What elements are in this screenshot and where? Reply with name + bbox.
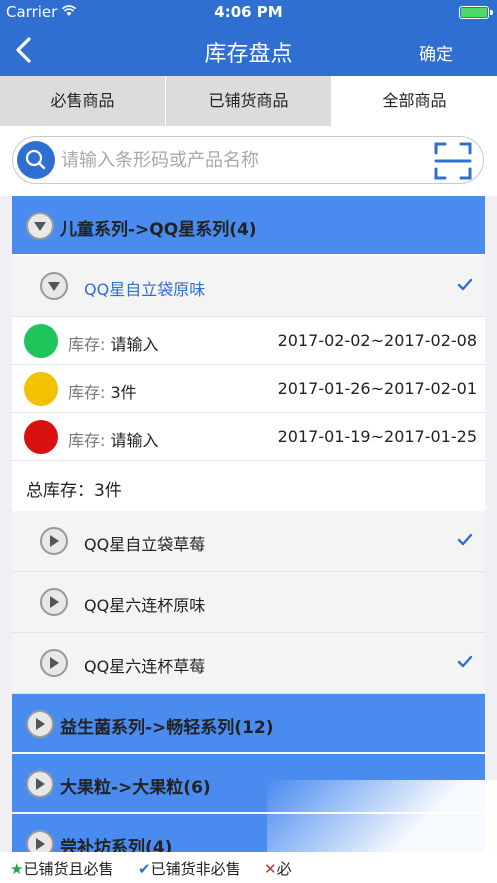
group-label: 尝补坊系列(4)	[60, 838, 173, 854]
stock-status-dot	[24, 324, 58, 358]
group-label: 儿童系列->QQ星系列(4)	[60, 220, 257, 240]
product-list: 儿童系列->QQ星系列(4) QQ星自立袋原味 库存: 请输入 2017-02-…	[12, 196, 485, 854]
stock-label: 库存: 3件	[68, 379, 137, 403]
stock-label-text: 库存:	[68, 431, 106, 450]
group-header[interactable]: 儿童系列->QQ星系列(4)	[12, 196, 485, 256]
search-icon[interactable]	[17, 141, 55, 179]
check-icon	[457, 533, 473, 546]
total-stock: 总库存：3件	[26, 476, 122, 501]
date-range: 2017-01-19~2017-01-25	[277, 427, 477, 446]
expand-arrow-icon[interactable]	[26, 710, 54, 738]
legend-item: ✕必	[264, 858, 292, 879]
battery-icon	[459, 6, 493, 19]
status-bar: Carrier 4:06 PM	[0, 0, 497, 24]
x-icon: ✕	[264, 860, 277, 878]
group-header[interactable]: 尝补坊系列(4)	[12, 814, 485, 854]
expand-arrow-icon[interactable]	[40, 527, 68, 555]
total-value: 3件	[94, 481, 122, 501]
date-range: 2017-01-26~2017-02-01	[277, 379, 477, 398]
confirm-button[interactable]: 确定	[419, 40, 453, 65]
stock-label: 库存: 请输入	[68, 427, 159, 451]
product-name: QQ星六连杯草莓	[84, 657, 206, 676]
search-box	[12, 136, 484, 184]
product-row[interactable]: QQ星六连杯原味	[12, 572, 485, 633]
clock: 4:06 PM	[214, 3, 283, 21]
expand-arrow-icon[interactable]	[26, 830, 54, 852]
star-icon: ★	[10, 860, 24, 878]
product-name: QQ星自立袋原味	[84, 280, 206, 299]
check-icon: ✔	[138, 860, 151, 878]
group-header[interactable]: 益生菌系列->畅轻系列(12)	[12, 694, 485, 754]
expand-arrow-icon[interactable]	[40, 588, 68, 616]
product-row[interactable]: QQ星自立袋草莓	[12, 511, 485, 572]
legend-bar: ★已铺货且必售 ✔已铺货非必售 ✕必	[0, 852, 497, 883]
search-input[interactable]	[61, 147, 421, 173]
legend-item: ★已铺货且必售	[10, 858, 113, 879]
group-label: 大果粒->大果粒(6)	[60, 778, 211, 798]
collapse-arrow-icon[interactable]	[40, 272, 68, 300]
tab-distributed[interactable]: 已铺货商品	[166, 76, 332, 126]
stock-label: 库存: 请输入	[68, 331, 159, 355]
check-icon	[457, 278, 473, 291]
group-header[interactable]: 大果粒->大果粒(6)	[12, 754, 485, 814]
stock-status-dot	[24, 420, 58, 454]
scan-barcode-icon[interactable]	[433, 141, 473, 181]
total-label: 总库存：	[26, 481, 94, 501]
stock-value[interactable]: 请输入	[111, 335, 159, 354]
stock-label-text: 库存:	[68, 335, 106, 354]
expand-arrow-icon[interactable]	[26, 770, 54, 798]
date-range: 2017-02-02~2017-02-08	[277, 331, 477, 350]
total-stock-row: 总库存：3件	[12, 461, 485, 511]
stock-label-text: 库存:	[68, 383, 106, 402]
tab-bar: 必售商品 已铺货商品 全部商品	[0, 76, 497, 126]
group-label: 益生菌系列->畅轻系列(12)	[60, 718, 274, 738]
product-name: QQ星六连杯原味	[84, 596, 206, 615]
product-row[interactable]: QQ星六连杯草莓	[12, 633, 485, 694]
stock-value[interactable]: 请输入	[111, 431, 159, 450]
product-name: QQ星自立袋草莓	[84, 535, 206, 554]
legend-text: 已铺货且必售	[23, 860, 114, 878]
tab-all-products[interactable]: 全部商品	[332, 76, 497, 126]
stock-row[interactable]: 库存: 请输入 2017-02-02~2017-02-08	[12, 317, 485, 365]
collapse-arrow-icon[interactable]	[26, 212, 54, 240]
check-icon	[457, 655, 473, 668]
stock-row[interactable]: 库存: 请输入 2017-01-19~2017-01-25	[12, 413, 485, 461]
tab-must-sell[interactable]: 必售商品	[0, 76, 166, 126]
stock-row[interactable]: 库存: 3件 2017-01-26~2017-02-01	[12, 365, 485, 413]
legend-item: ✔已铺货非必售	[138, 858, 241, 879]
search-area	[0, 126, 497, 196]
product-row[interactable]: QQ星自立袋原味	[12, 256, 485, 317]
legend-text: 已铺货非必售	[150, 860, 241, 878]
stock-value[interactable]: 3件	[111, 383, 137, 402]
legend-text: 必	[276, 860, 292, 878]
expand-arrow-icon[interactable]	[40, 649, 68, 677]
stock-status-dot	[24, 372, 58, 406]
nav-bar: 库存盘点 确定	[0, 24, 497, 76]
